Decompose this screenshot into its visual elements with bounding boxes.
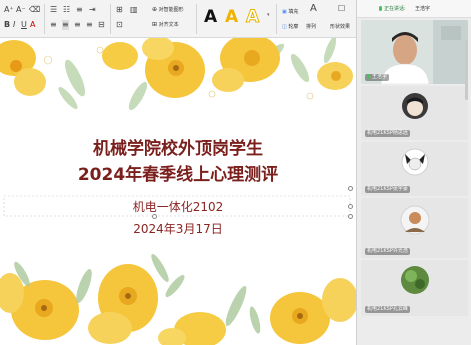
underline-icon[interactable]: U [21, 20, 27, 30]
participant-name: 机电21KSP杨思远 [365, 130, 410, 137]
floral-decoration [0, 38, 356, 345]
ribbon-divider [110, 4, 111, 34]
flower-top-center [102, 38, 205, 98]
resize-handle[interactable] [152, 214, 157, 219]
align-center-icon[interactable]: ≡ [62, 20, 69, 30]
wordart-more-icon[interactable]: ▾ [267, 12, 270, 18]
speaking-status: 正在讲话: [379, 6, 406, 13]
slide-title-line-2[interactable]: 2024年春季线上心理测评 [0, 160, 356, 185]
distribute-icon[interactable]: ⊟ [98, 20, 105, 30]
ribbon-divider [196, 4, 197, 34]
bullets-icon[interactable]: ☰ [50, 5, 57, 15]
italic-icon[interactable]: I [13, 20, 15, 30]
bold-icon[interactable]: B [4, 20, 10, 30]
indent-icon[interactable]: ⇥ [89, 5, 96, 15]
wordart-style-gold[interactable]: A [225, 7, 238, 27]
ribbon-divider [44, 4, 45, 34]
columns-icon[interactable]: ▥ [130, 5, 138, 15]
participant-name: 机电21KSP许光浩 [365, 248, 410, 255]
wordart-style-black[interactable]: A [204, 7, 217, 27]
ribbon-toolbar: A⁺ A⁻ ⌫ B I U A ☰ ☷ ≡ ⇥ ≡ ≡ ≡ ≡ ⊟ ⊞ ▥ ⊡ … [0, 0, 356, 38]
video-tile-speaker[interactable]: 王浩宇 [361, 20, 468, 84]
font-grow-icon[interactable]: A⁺ [4, 5, 14, 15]
resize-handle[interactable] [348, 204, 353, 209]
font-color-icon[interactable]: A [30, 20, 35, 30]
panel-scrollbar[interactable] [465, 40, 468, 100]
arrange-button[interactable]: 排列 [306, 23, 316, 31]
panel-header: 正在讲话: 王浩宇 [357, 0, 471, 18]
flower-bottom-right [270, 278, 356, 344]
participant-name: 机电21KSP孔云峰 [365, 306, 410, 313]
text-effect-icon[interactable]: A [310, 4, 317, 14]
video-tile[interactable]: 机电21KSP许光浩 [361, 198, 468, 258]
participant-name: 机电21KSP张宇豪 [365, 186, 410, 193]
participant-name: 王浩宇 [365, 74, 390, 81]
wordart-style-outline[interactable]: A [245, 7, 259, 28]
outline-button[interactable]: ◫ 轮廓 [282, 23, 298, 31]
slide-date[interactable]: 2024年3月17日 [0, 220, 356, 237]
align-right-icon[interactable]: ≡ [74, 20, 81, 30]
slide-canvas[interactable]: 机械学院校外顶岗学生 2024年春季线上心理测评 机电一体化2102 2024年… [0, 38, 356, 345]
smartart-button[interactable]: ⊕ 对智能图形 [152, 6, 184, 14]
align-left-icon[interactable]: ≡ [50, 20, 57, 30]
flower-bottom-left [0, 273, 79, 340]
video-tile[interactable]: 机电21KSP张宇豪 [361, 142, 468, 196]
ribbon-divider [276, 4, 277, 34]
line-spacing-icon[interactable]: ≡ [76, 5, 83, 15]
font-shrink-icon[interactable]: A⁻ [16, 5, 26, 15]
meeting-panel: 正在讲话: 王浩宇 王浩宇 机电21KSP杨思远 机电21KSP张宇豪 机电21… [356, 0, 471, 345]
video-tile[interactable]: 机电21KSP孔云峰 [361, 260, 468, 316]
text-direction-icon[interactable]: ⊞ [116, 5, 123, 15]
justify-icon[interactable]: ≡ [86, 20, 93, 30]
slide-class-name[interactable]: 机电一体化2102 [0, 198, 356, 215]
shape-effects-button[interactable]: 形状效果 [330, 23, 350, 31]
numbering-icon[interactable]: ☷ [63, 5, 70, 15]
resize-handle[interactable] [348, 214, 353, 219]
current-speaker: 王浩宇 [415, 6, 431, 12]
video-tile[interactable]: 机电21KSP杨思远 [361, 86, 468, 140]
fill-button[interactable]: ▣ 填充 [282, 8, 298, 16]
resize-handle[interactable] [348, 186, 353, 191]
flower-top-left [0, 40, 46, 96]
align-text-button[interactable]: ⊞ 对齐文本 [152, 21, 179, 29]
shape-effects-icon[interactable]: ☐ [338, 4, 345, 14]
flower-bottom-center [88, 264, 226, 345]
slide-title-line-1[interactable]: 机械学院校外顶岗学生 [0, 134, 356, 159]
text-align-vertical-icon[interactable]: ⊡ [116, 20, 123, 30]
clear-format-icon[interactable]: ⌫ [29, 5, 40, 15]
